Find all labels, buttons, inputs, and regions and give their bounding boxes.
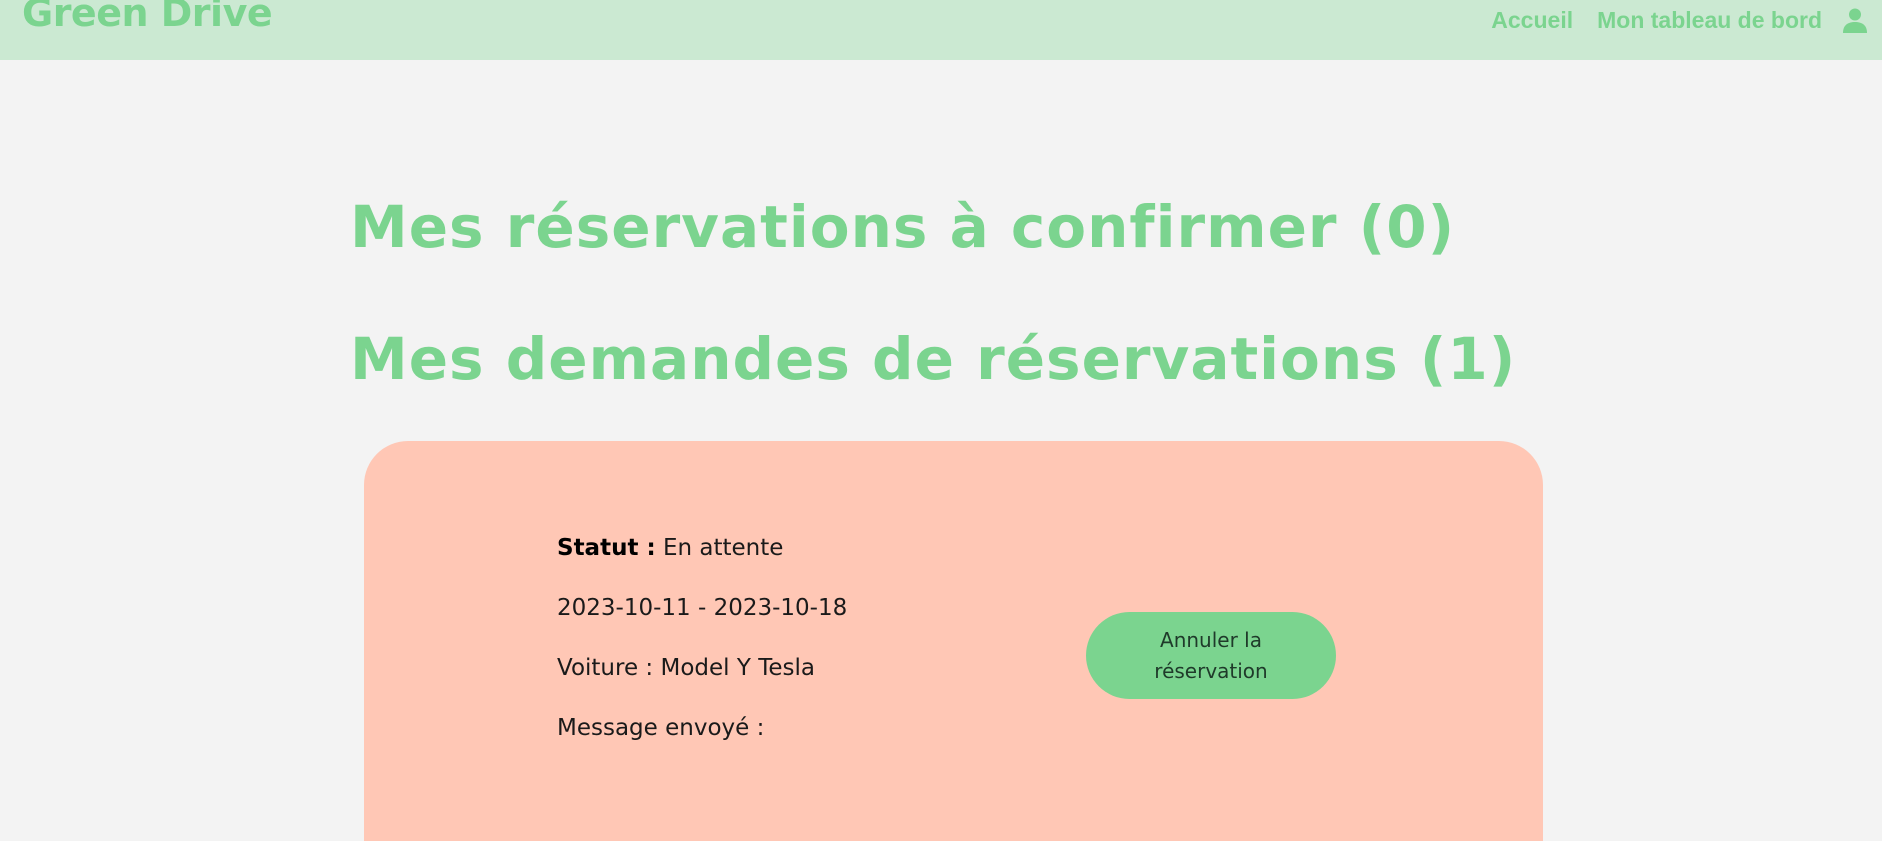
user-icon[interactable]	[1842, 7, 1868, 33]
reservation-car: Voiture : Model Y Tesla	[557, 655, 815, 681]
cancel-reservation-button[interactable]: Annuler la réservation	[1086, 612, 1336, 699]
status-value: En attente	[662, 535, 784, 561]
nav-link-dashboard[interactable]: Mon tableau de bord	[1597, 7, 1822, 34]
requests-title: Mes demandes de réservations (1)	[350, 325, 1517, 393]
brand-logo[interactable]: Green Drive	[22, 0, 273, 32]
reservation-card: Statut : En attente 2023-10-11 - 2023-10…	[364, 441, 1543, 841]
nav-links: Accueil Mon tableau de bord	[1491, 7, 1822, 34]
reservation-info: Statut : En attente 2023-10-11 - 2023-10…	[557, 537, 847, 777]
reservation-message: Message envoyé :	[557, 715, 765, 741]
reservation-dates: 2023-10-11 - 2023-10-18	[557, 595, 848, 621]
navbar: Green Drive Accueil Mon tableau de bord	[0, 0, 1882, 60]
status-line: Statut : En attente	[557, 537, 847, 597]
to-confirm-title: Mes réservations à confirmer (0)	[350, 193, 1456, 261]
status-label: Statut :	[557, 535, 656, 561]
nav-link-accueil[interactable]: Accueil	[1491, 7, 1573, 34]
